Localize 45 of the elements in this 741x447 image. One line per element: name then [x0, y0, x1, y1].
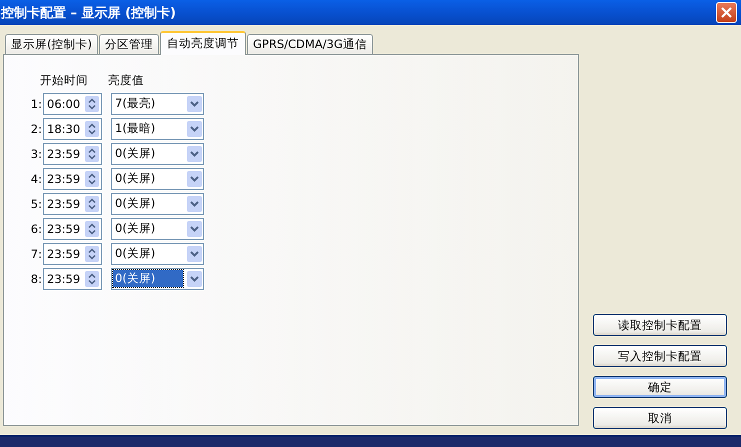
- brightness-dropdown[interactable]: 0(关屏): [111, 242, 204, 264]
- brightness-dropdown[interactable]: 0(关屏): [111, 268, 204, 290]
- dialog-button[interactable]: 读取控制卡配置: [593, 314, 727, 336]
- time-spinner[interactable]: 23:59: [43, 142, 102, 164]
- tab[interactable]: 显示屏(控制卡): [5, 34, 98, 54]
- row-number: 7:: [30, 246, 42, 260]
- brightness-dropdown[interactable]: 7(最亮): [111, 92, 204, 114]
- brightness-dropdown[interactable]: 0(关屏): [111, 218, 204, 240]
- window-title: 控制卡配置 – 显示屏 (控制卡): [1, 4, 176, 22]
- row-number: 3:: [30, 146, 42, 160]
- row-number: 8:: [30, 272, 42, 286]
- dialog-button[interactable]: 写入控制卡配置: [593, 345, 727, 367]
- row-number: 6:: [30, 222, 42, 236]
- time-spinner[interactable]: 23:59: [43, 218, 102, 240]
- row-number: 4:: [30, 172, 42, 186]
- spin-arrows-icon[interactable]: [85, 96, 99, 112]
- close-button[interactable]: [716, 2, 737, 23]
- dialog-button[interactable]: 确定: [593, 376, 727, 398]
- dialog-button[interactable]: 取消: [593, 407, 727, 429]
- brightness-dropdown[interactable]: 1(最暗): [111, 118, 204, 140]
- close-icon: [720, 6, 733, 19]
- spin-arrows-icon[interactable]: [85, 120, 99, 136]
- tab[interactable]: GPRS/CDMA/3G通信: [246, 34, 373, 54]
- spin-arrows-icon[interactable]: [85, 246, 99, 262]
- row-number: 1:: [30, 96, 42, 110]
- time-spinner[interactable]: 06:00: [43, 92, 102, 114]
- time-spinner[interactable]: 23:59: [43, 168, 102, 190]
- row-number: 5:: [30, 196, 42, 210]
- spin-arrows-icon[interactable]: [85, 196, 99, 212]
- brightness-dropdown[interactable]: 0(关屏): [111, 142, 204, 164]
- tab[interactable]: 自动亮度调节: [160, 31, 246, 55]
- spin-arrows-icon[interactable]: [85, 270, 99, 286]
- spin-arrows-icon[interactable]: [85, 220, 99, 236]
- column-header: 开始时间: [40, 73, 89, 89]
- row-number: 2:: [30, 122, 42, 136]
- time-spinner[interactable]: 23:59: [43, 242, 102, 264]
- time-spinner[interactable]: 23:59: [43, 268, 102, 290]
- brightness-dropdown[interactable]: 0(关屏): [111, 168, 204, 190]
- spin-arrows-icon[interactable]: [85, 146, 99, 162]
- spin-arrows-icon[interactable]: [85, 170, 99, 186]
- tab[interactable]: 分区管理: [98, 34, 159, 54]
- time-spinner[interactable]: 23:59: [43, 192, 102, 214]
- brightness-dropdown[interactable]: 0(关屏): [111, 192, 204, 214]
- time-spinner[interactable]: 18:30: [43, 118, 102, 140]
- column-header: 亮度值: [108, 73, 145, 89]
